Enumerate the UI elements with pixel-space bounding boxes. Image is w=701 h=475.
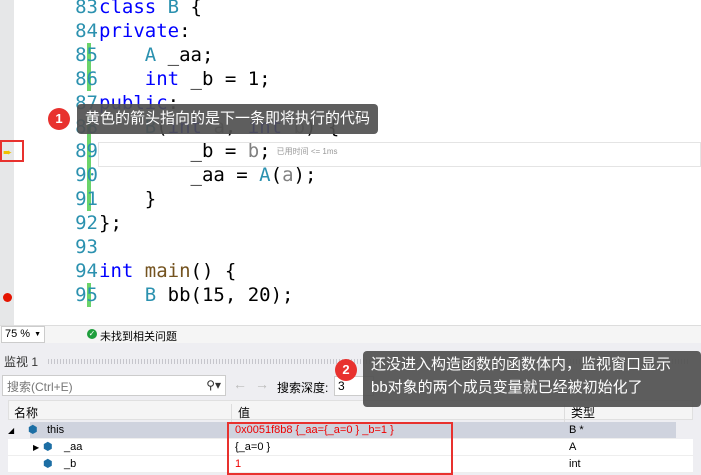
watch-search-input[interactable]: 搜索(Ctrl+E) ⚲▾ [2,375,226,396]
code-line[interactable]: 89 _b = b; 已用时间 <= 1ms [0,139,701,163]
code-line[interactable]: 90 _aa = A(a); [0,163,701,187]
line-number: 83 [75,0,98,18]
line-number: 95 [75,284,98,306]
private-field-icon: ⬢ [43,458,53,470]
code-editor[interactable]: 83 class B {84 private: 85 A _aa; 86 int _b … [0,0,701,325]
search-placeholder: 搜索(Ctrl+E) [7,380,73,394]
search-icon[interactable]: ⚲▾ [206,378,221,392]
row-type: int [569,458,581,470]
issues-status: 未找到相关问题 [100,331,177,343]
line-number: 89 [75,140,98,162]
code-text: private: [99,20,191,42]
row-name: _b [64,458,77,470]
arrow-highlight-box [0,140,24,162]
pointer-object-icon: ⬢ [28,424,38,436]
code-text: _b = b; 已用时间 <= 1ms [99,140,338,162]
line-number: 91 [75,188,98,210]
expand-icon[interactable]: ▶ [33,439,39,456]
code-text: } [99,188,157,210]
row-name: this [47,424,65,436]
code-line[interactable]: 86 int _b = 1; [0,67,701,91]
breakpoint-icon[interactable] [3,293,12,302]
tip2-line2: bb对象的两个成员变量就已经被初始化了 [371,379,643,396]
row-name: _aa [64,441,83,453]
chevron-down-icon: ▼ [34,331,41,338]
row-type: A [569,441,577,453]
code-text: _aa = A(a); [99,164,317,186]
code-text: B bb(15, 20); [144,284,294,306]
annotation-tooltip-2: 还没进入构造函数的函数体内，监视窗口显示 bb对象的两个成员变量就已经被初始化了 [363,351,701,407]
code-text: int main() { [99,260,237,282]
code-text: class B { [99,0,202,18]
code-line[interactable]: 84 private: [0,19,701,43]
line-number: 85 [75,44,98,66]
line-number: 84 [75,20,98,42]
tip2-line1: 还没进入构造函数的函数体内，监视窗口显示 [371,356,672,373]
collapse-icon[interactable]: ◢ [8,422,14,439]
search-depth-value: 3 [338,379,345,393]
check-icon: ✓ [87,329,97,339]
line-number: 86 [75,68,98,90]
code-line[interactable]: 85 A _aa; [0,43,701,67]
line-number: 90 [75,164,98,186]
private-field-icon: ⬢ [43,441,53,453]
code-text: A _aa; [144,44,214,66]
back-arrow-icon[interactable]: ← [233,376,247,392]
code-line[interactable]: 92}; [0,211,701,235]
value-highlight-box [227,422,453,475]
watch-title: 监视 1 [4,355,39,369]
zoom-select[interactable]: 75 % ▼ [1,326,45,343]
code-line[interactable]: 95 B bb(15, 20); [0,283,701,307]
annotation-tooltip-1: 黄色的箭头指向的是下一条即将执行的代码 [77,104,379,134]
zoom-value: 75 % [5,328,31,340]
search-depth-label: 搜索深度: [277,381,329,395]
line-number: 94 [75,260,98,282]
column-value[interactable]: 值 [231,404,250,422]
annotation-badge-1: 1 [48,108,70,130]
annotation-badge-2: 2 [335,359,357,381]
code-text: }; [99,212,122,234]
watch-panel: 监视 1 搜索(Ctrl+E) ⚲▾ ← → 搜索深度: 3 名称 值 类型 ◢ … [0,343,701,475]
line-number: 92 [75,212,98,234]
line-number: 93 [75,236,98,258]
code-line[interactable]: 83 class B { [0,0,701,19]
code-line[interactable]: 93 [0,235,701,259]
elapsed-time: 已用时间 <= 1ms [276,146,338,156]
column-name[interactable]: 名称 [14,404,38,421]
code-line[interactable]: 94 int main() { [0,259,701,283]
code-line[interactable]: 91 } [0,187,701,211]
forward-arrow-icon[interactable]: → [255,376,269,392]
status-bar: 75 % ▼ ✓ 未找到相关问题 [0,325,701,343]
row-type: B * [569,424,584,436]
code-text: int _b = 1; [144,68,271,90]
